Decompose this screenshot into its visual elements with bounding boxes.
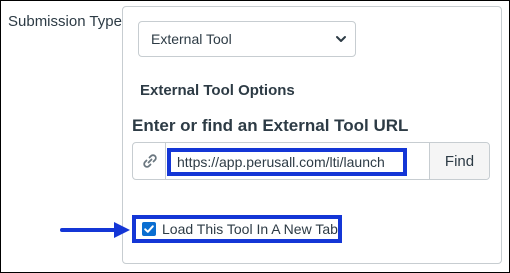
chevron-down-icon (336, 36, 346, 42)
external-tool-url-group: https://app.perusall.com/lti/launch Find (132, 142, 490, 180)
load-in-new-tab-checkbox[interactable] (142, 222, 156, 236)
link-icon (143, 154, 157, 168)
external-tool-url-label: Enter or find an External Tool URL (132, 116, 409, 135)
arrow-right-icon (60, 222, 130, 238)
external-tool-url-input[interactable]: https://app.perusall.com/lti/launch (167, 148, 407, 176)
submission-type-select-value: External Tool (151, 31, 232, 47)
submission-type-label: Submission Type (8, 13, 122, 30)
submission-type-select[interactable]: External Tool (138, 21, 356, 57)
url-input-divider (165, 143, 166, 179)
load-in-new-tab-option[interactable]: Load This Tool In A New Tab (132, 215, 342, 243)
external-tool-options-heading: External Tool Options (140, 82, 295, 99)
find-button[interactable]: Find (429, 143, 489, 179)
load-in-new-tab-label: Load This Tool In A New Tab (162, 221, 338, 237)
checkmark-icon (144, 225, 154, 233)
